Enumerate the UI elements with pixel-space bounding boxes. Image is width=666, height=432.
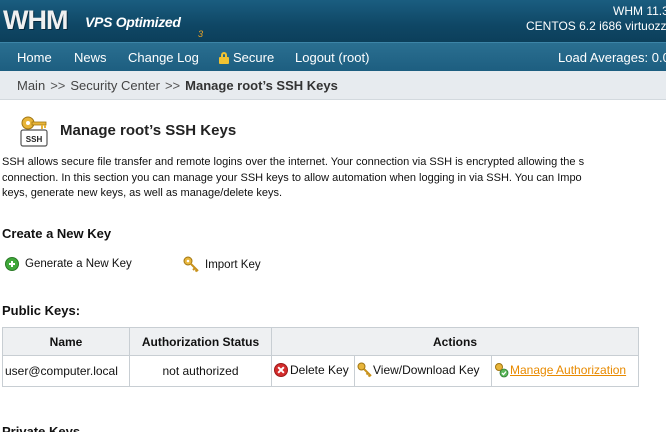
view-download-key-label: View/Download Key [373, 362, 480, 377]
public-keys-table: Name Authorization Status Actions user@c… [2, 327, 639, 387]
view-cell: View/Download Key [354, 355, 492, 387]
nav-home[interactable]: Home [17, 50, 52, 65]
nav-secure[interactable]: Secure [219, 50, 274, 65]
delete-key-link[interactable]: Delete Key [274, 362, 349, 377]
auth-status-cell: not authorized [129, 355, 272, 387]
page-description: SSH allows secure file transfer and remo… [2, 155, 666, 202]
load-averages: Load Averages: 0.0 [558, 50, 666, 65]
whm-logo[interactable]: WHM VPS Optimized 3 [3, 5, 203, 39]
nav-news[interactable]: News [74, 50, 107, 65]
key-icon [183, 256, 199, 273]
ssh-icon-label: SSH [26, 135, 43, 144]
key-icon [357, 362, 372, 377]
nav-logout[interactable]: Logout (root) [295, 50, 369, 65]
delete-key-label: Delete Key [290, 362, 349, 377]
breadcrumb-separator: >> [164, 78, 181, 93]
logo-number: 3 [198, 29, 204, 39]
manage-authorization-label: Manage Authorization [510, 362, 627, 377]
ssh-key-icon: SSH [20, 116, 48, 147]
server-os: CENTOS 6.2 i686 virtuozz [526, 19, 666, 33]
public-keys-heading: Public Keys: [2, 303, 81, 318]
generate-key-label: Generate a New Key [25, 258, 132, 270]
key-shield-icon [495, 362, 509, 377]
description-line: SSH allows secure file transfer and remo… [2, 156, 585, 168]
description-line: connection. In this section you can mana… [2, 171, 582, 184]
private-keys-heading: Private Keys [2, 424, 81, 432]
top-nav: Home News Change Log Secure Logout (root… [0, 42, 666, 71]
logo-main-text: WHM [3, 5, 68, 35]
import-key-link[interactable]: Import Key [183, 256, 261, 273]
breadcrumb-main[interactable]: Main [17, 78, 45, 93]
breadcrumb-current: Manage root’s SSH Keys [185, 78, 338, 93]
generate-key-link[interactable]: Generate a New Key [5, 257, 132, 271]
logo-sub-text: VPS Optimized [85, 14, 181, 30]
manage-authorization-link[interactable]: Manage Authorization [494, 362, 626, 378]
breadcrumb-security-center[interactable]: Security Center [70, 78, 160, 93]
key-name-cell: user@computer.local [2, 355, 130, 387]
server-info: WHM 11.32. CENTOS 6.2 i686 virtuozz [516, 4, 666, 34]
import-key-label: Import Key [205, 258, 261, 271]
lock-icon [219, 52, 229, 64]
nav-change-log[interactable]: Change Log [128, 50, 199, 65]
manage-cell: Manage Authorization [491, 355, 639, 387]
nav-secure-label: Secure [233, 50, 275, 65]
column-header-name: Name [2, 327, 130, 356]
breadcrumb-separator: >> [50, 78, 66, 93]
view-download-key-link[interactable]: View/Download Key [357, 362, 480, 378]
header-bar: WHM VPS Optimized 3 WHM 11.32. CENTOS 6.… [0, 0, 666, 42]
x-circle-icon [274, 362, 288, 377]
description-line: keys, generate new keys, as well as mana… [2, 187, 283, 199]
create-key-heading: Create a New Key [2, 226, 112, 241]
column-header-status: Authorization Status [129, 327, 272, 356]
whm-version: WHM 11.32. [613, 4, 666, 18]
table-row: user@computer.local not authorized Delet… [2, 355, 639, 387]
column-header-actions: Actions [271, 327, 639, 356]
delete-cell: Delete Key [271, 355, 355, 387]
page-title: Manage root’s SSH Keys [60, 122, 237, 139]
plus-circle-icon [5, 257, 19, 271]
breadcrumb: Main >> Security Center >> Manage root’s SSH… [0, 71, 666, 100]
